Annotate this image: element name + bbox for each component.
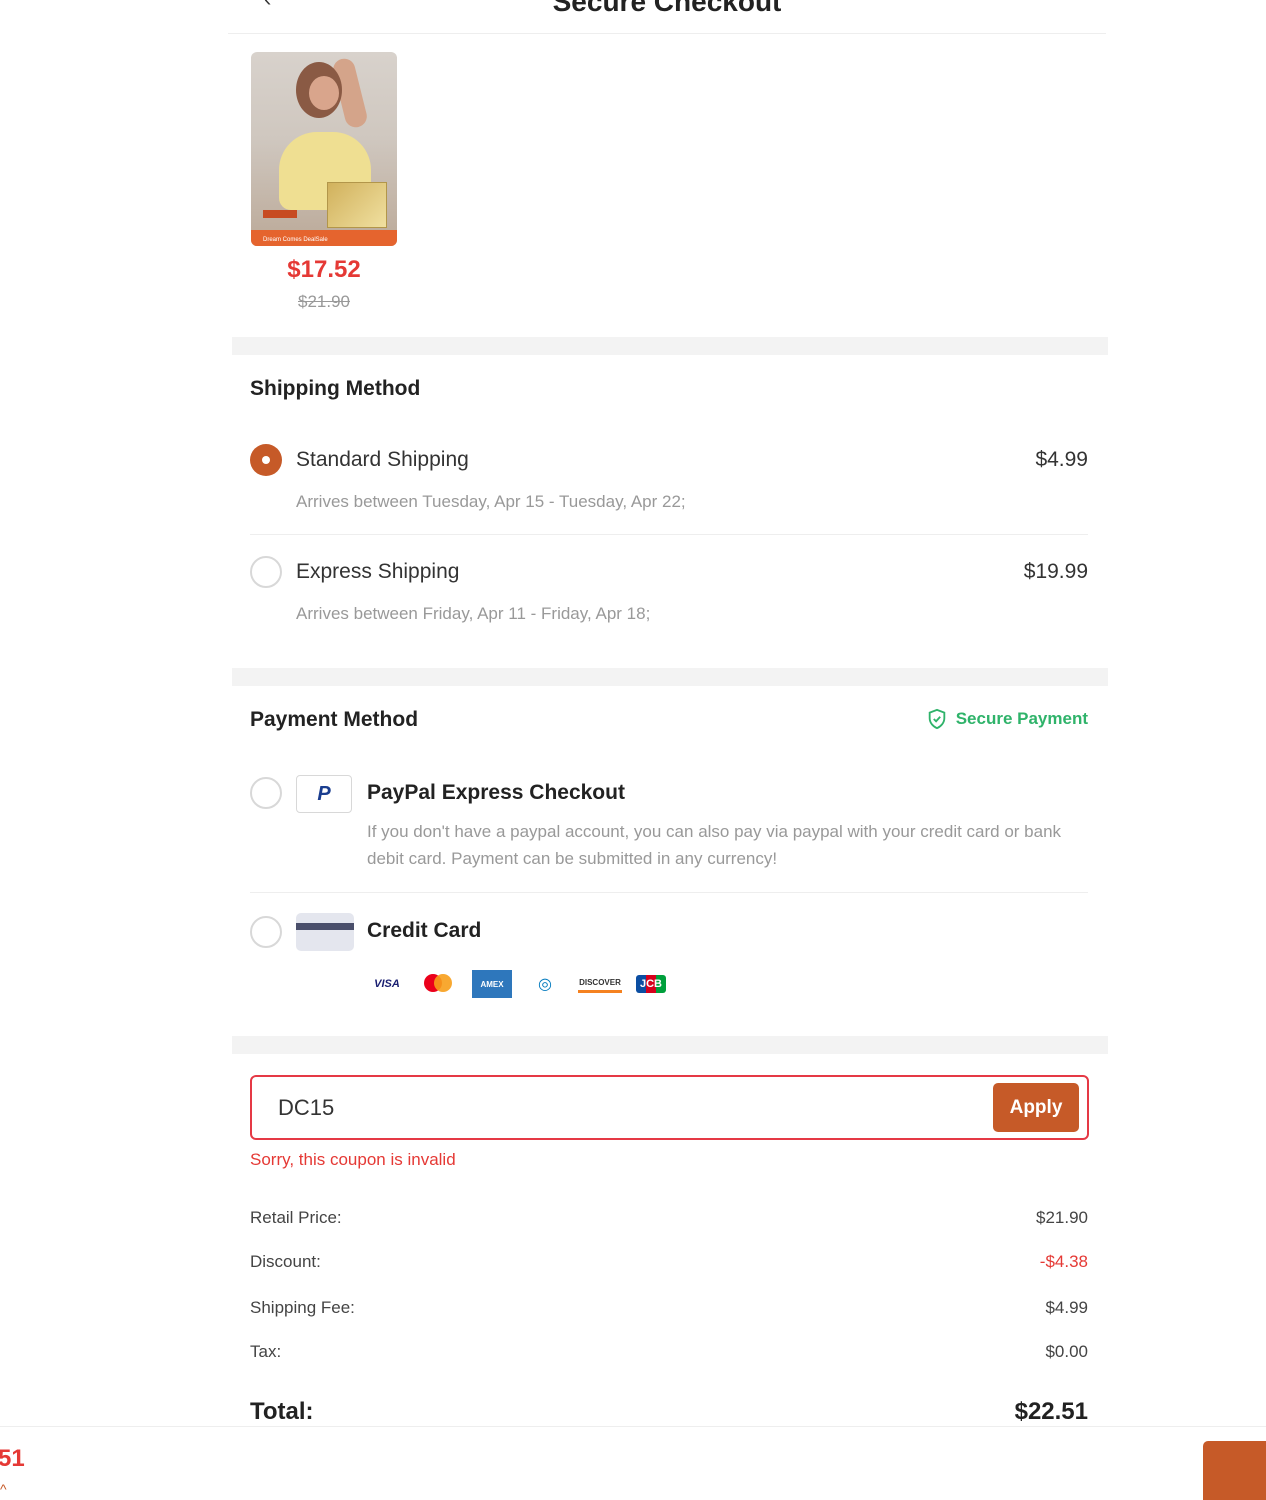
mastercard-icon (420, 970, 458, 998)
page-title: Secure Checkout (552, 0, 782, 17)
express-shipping-eta: Arrives between Friday, Apr 11 - Friday,… (296, 604, 651, 623)
standard-shipping-label[interactable]: Standard Shipping (296, 448, 469, 472)
tax-label: Tax: (250, 1342, 282, 1361)
secure-payment-label: Secure Payment (955, 709, 1088, 728)
visa-icon: VISA (374, 978, 400, 990)
standard-shipping-eta: Arrives between Tuesday, Apr 15 - Tuesda… (296, 492, 686, 511)
retail-price-label: Retail Price: (250, 1208, 342, 1227)
section-divider (232, 337, 1108, 355)
paypal-option-label[interactable]: PayPal Express Checkout (367, 781, 625, 805)
credit-card-option-label[interactable]: Credit Card (367, 919, 481, 943)
apply-coupon-button[interactable]: Apply (993, 1083, 1079, 1132)
discount-label: Discount: (250, 1252, 321, 1271)
bottom-total-amount: 51 (0, 1445, 25, 1472)
express-shipping-radio[interactable] (250, 556, 282, 588)
thumb-tag (263, 210, 297, 218)
row-separator (250, 892, 1088, 893)
discount-value: -$4.38 (1039, 1252, 1088, 1271)
paypal-description: If you don't have a paypal account, you … (367, 822, 1062, 868)
standard-shipping-price: $4.99 (1035, 448, 1088, 471)
paypal-radio[interactable] (250, 777, 282, 809)
paypal-logo-letter: P (317, 782, 331, 805)
retail-price-value: $21.90 (1036, 1208, 1088, 1227)
section-divider (232, 1036, 1108, 1054)
header: ‹ Secure Checkout (228, 0, 1106, 34)
bottom-checkout-bar: 51 ^ (0, 1426, 1266, 1500)
shield-check-icon (928, 708, 945, 730)
thumb-face (309, 76, 339, 110)
credit-card-icon (296, 913, 354, 951)
row-separator (250, 534, 1088, 535)
express-shipping-price: $19.99 (1023, 560, 1088, 583)
card-brand-list: VISA AMEX ◎ DISCOVER JCB (368, 970, 666, 998)
product-image[interactable]: Dream Comes DealSale (251, 52, 397, 246)
place-order-button[interactable] (1203, 1441, 1266, 1500)
credit-card-radio[interactable] (250, 916, 282, 948)
thumb-package (327, 182, 387, 228)
coupon-field: Apply (250, 1075, 1089, 1140)
chevron-up-icon[interactable]: ^ (0, 1481, 7, 1497)
shipping-method-title: Shipping Method (250, 377, 421, 400)
payment-method-title: Payment Method (250, 708, 419, 731)
amex-icon: AMEX (472, 970, 512, 998)
shipping-fee-value: $4.99 (1045, 1298, 1088, 1317)
jcb-icon: JCB (636, 975, 666, 993)
standard-shipping-radio[interactable] (250, 444, 282, 476)
express-shipping-label[interactable]: Express Shipping (296, 560, 459, 584)
thumb-banner: Dream Comes DealSale (251, 230, 397, 246)
shipping-fee-label: Shipping Fee: (250, 1298, 355, 1317)
total-label: Total: (250, 1398, 314, 1425)
paypal-icon: P (296, 775, 352, 813)
discover-icon: DISCOVER (578, 975, 622, 993)
diners-club-icon: ◎ (538, 976, 552, 993)
secure-payment-badge: Secure Payment (926, 708, 1088, 730)
product-price: $17.52 (287, 256, 361, 283)
coupon-input[interactable] (278, 1091, 958, 1125)
section-divider (232, 668, 1108, 686)
tax-value: $0.00 (1045, 1342, 1088, 1361)
total-value: $22.51 (1014, 1398, 1088, 1425)
thumb-banner-text: Dream Comes DealSale (263, 237, 328, 243)
coupon-error-message: Sorry, this coupon is invalid (250, 1150, 456, 1169)
product-original-price: $21.90 (298, 292, 350, 311)
